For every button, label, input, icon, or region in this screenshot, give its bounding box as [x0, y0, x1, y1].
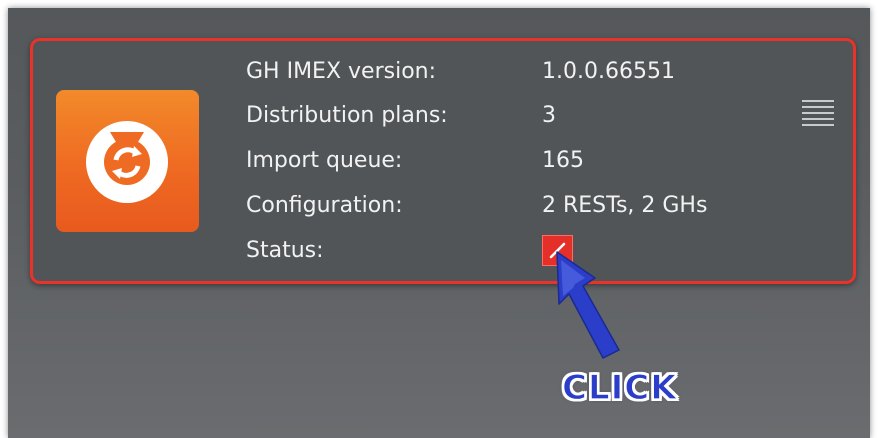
- configuration-label: Configuration:: [246, 193, 403, 218]
- distribution-plans-value: 3: [542, 103, 556, 128]
- hand-pointer-icon: [556, 251, 620, 359]
- status-label: Status:: [246, 238, 324, 263]
- version-value: 1.0.0.66551: [542, 59, 675, 84]
- configuration-value: 2 RESTs, 2 GHs: [542, 193, 708, 218]
- distribution-plans-label: Distribution plans:: [246, 103, 448, 128]
- import-queue-label: Import queue:: [246, 148, 403, 173]
- import-queue-value: 165: [542, 148, 584, 173]
- gh-imex-logo: [56, 90, 199, 232]
- click-annotation: CLICK: [561, 367, 678, 408]
- hamburger-menu-icon[interactable]: [802, 100, 834, 126]
- sync-refresh-icon: [86, 121, 168, 203]
- version-label: GH IMEX version:: [246, 59, 437, 84]
